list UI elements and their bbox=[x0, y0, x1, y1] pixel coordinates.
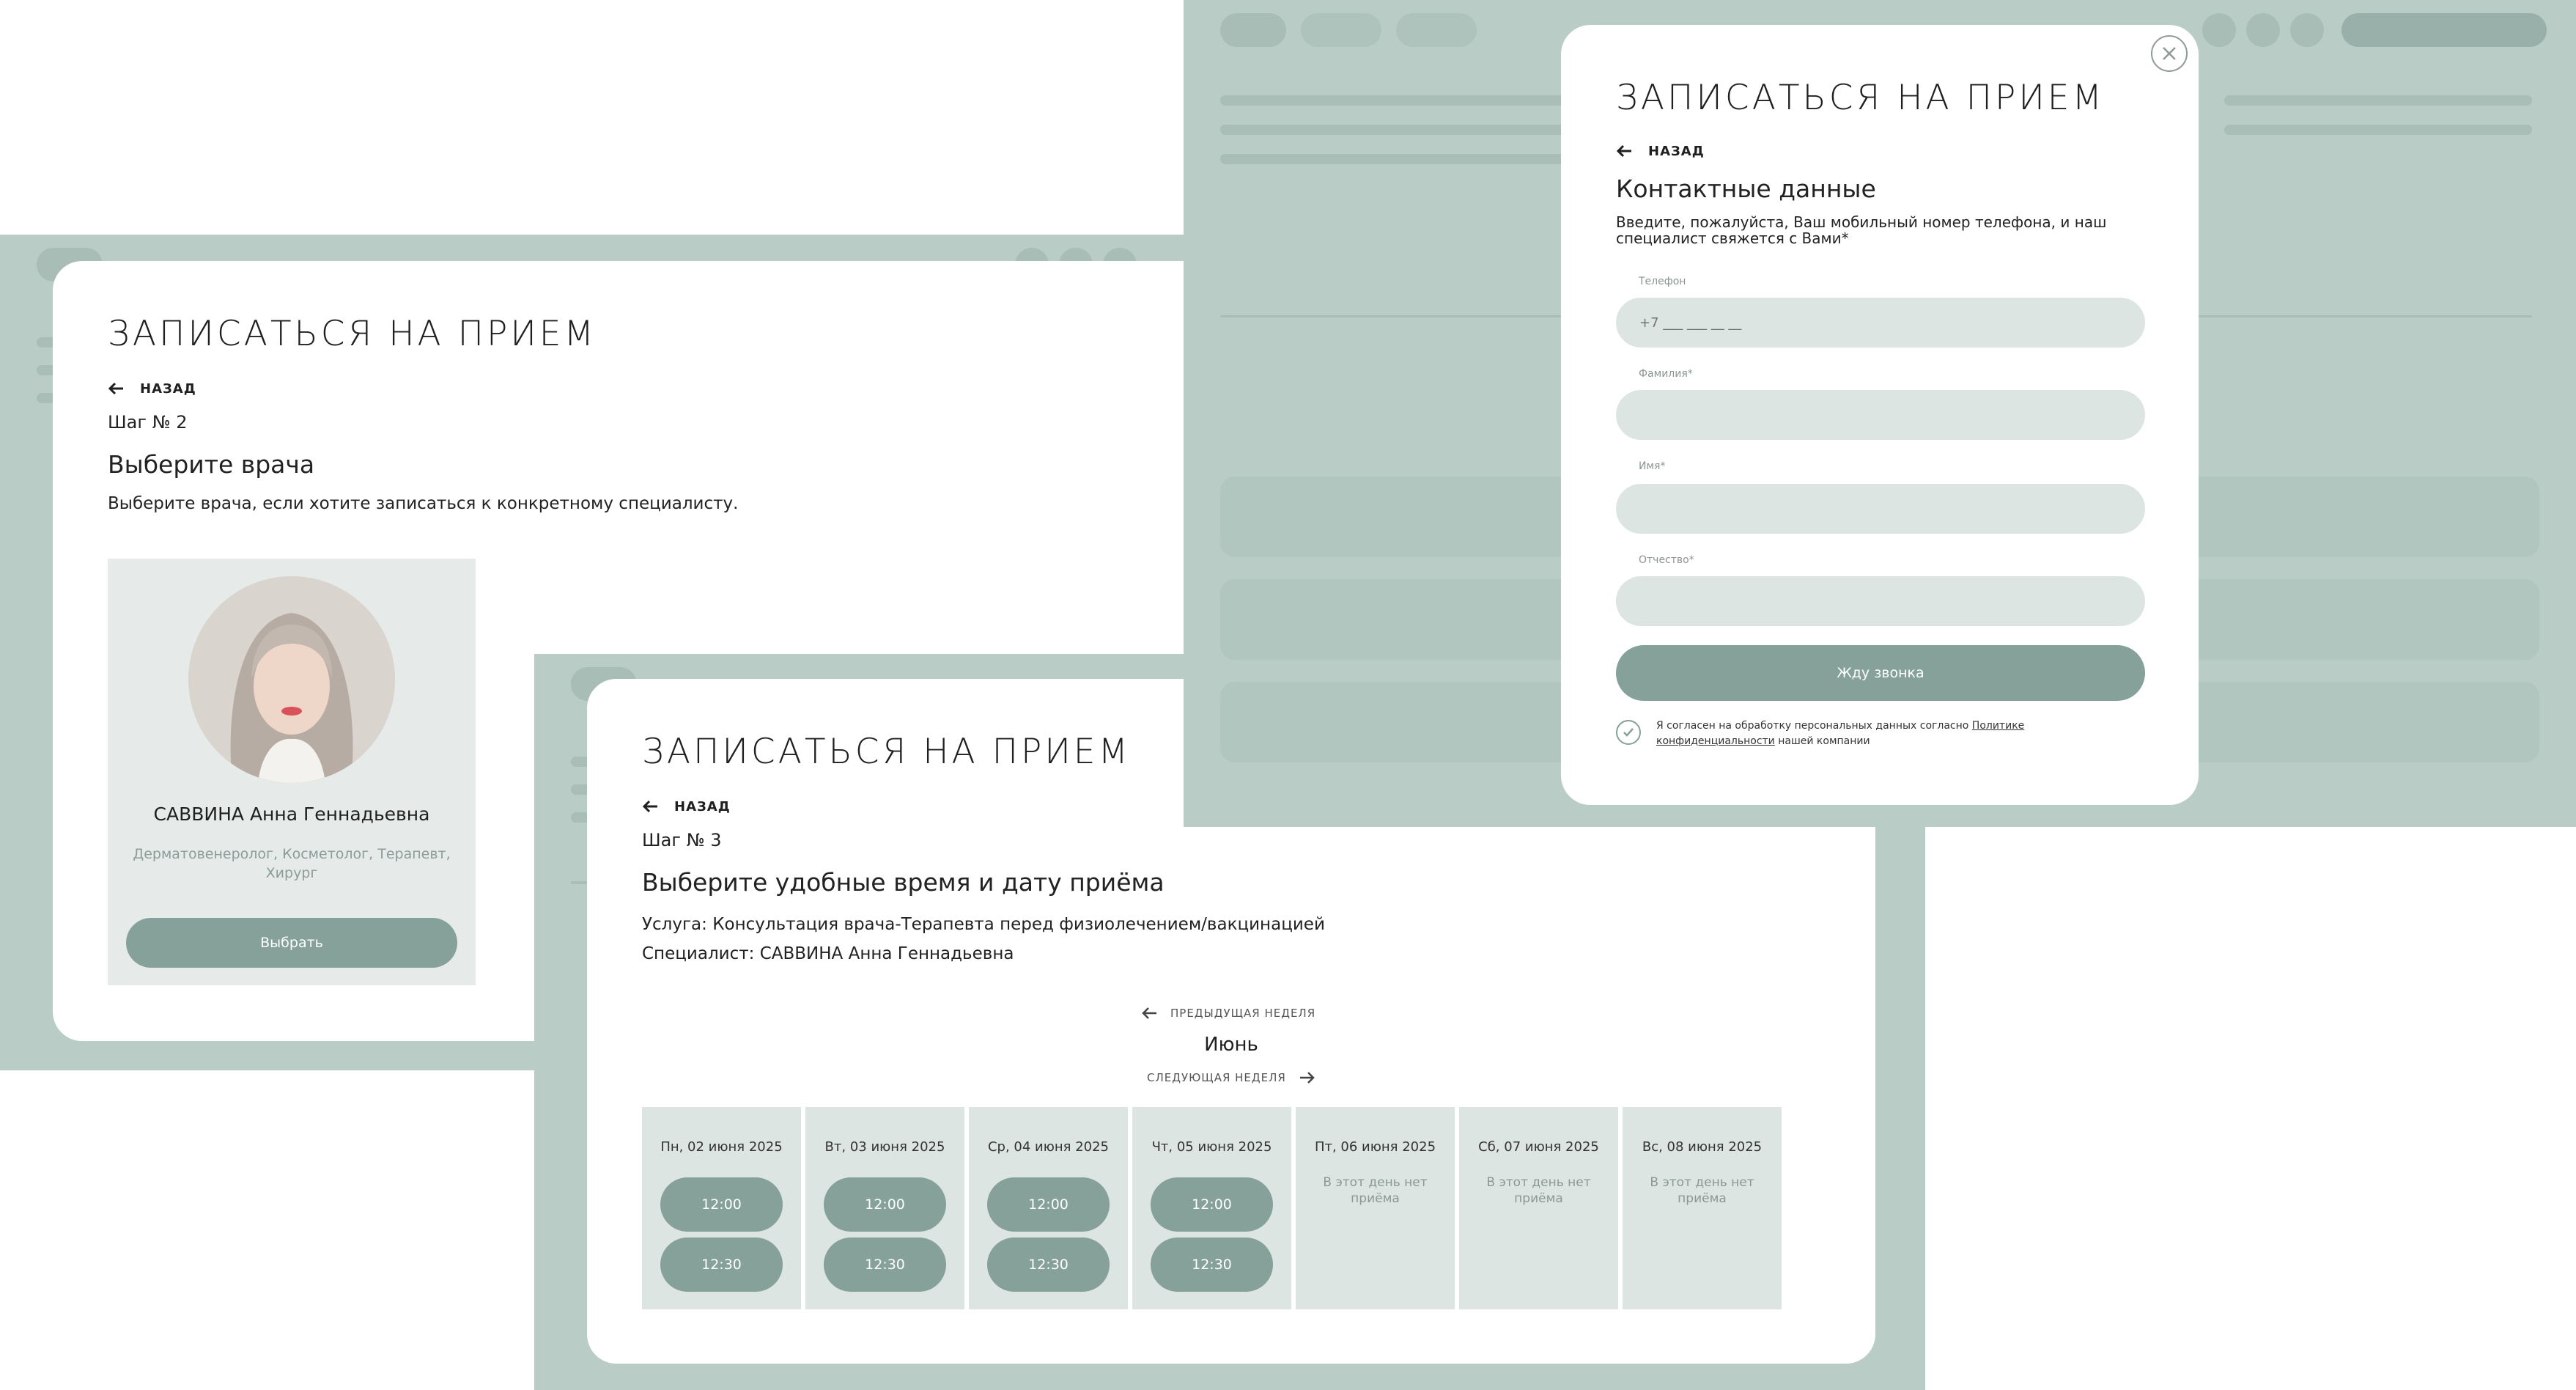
time-slot-button[interactable]: 12:00 bbox=[824, 1177, 946, 1232]
step-heading: Выберите удобные время и дату приёма bbox=[642, 868, 1165, 897]
doctor-card: САВВИНА Анна Геннадьевна Дерматовенероло… bbox=[108, 559, 476, 985]
blurred-nav-pill bbox=[1220, 13, 1286, 47]
blurred-nav-icon bbox=[2202, 13, 2236, 47]
time-slot-button[interactable]: 12:30 bbox=[1151, 1238, 1273, 1292]
day-date: Пт, 06 июня 2025 bbox=[1314, 1139, 1436, 1155]
no-appointments-text: В этот день нет приёма bbox=[1650, 1175, 1754, 1206]
back-label: НАЗАД bbox=[140, 380, 196, 397]
blurred-nav-button bbox=[2341, 13, 2547, 47]
close-icon bbox=[2163, 47, 2176, 60]
arrow-left-icon bbox=[1616, 144, 1631, 158]
time-slot-button[interactable]: 12:00 bbox=[1151, 1177, 1273, 1232]
day-date: Пн, 02 июня 2025 bbox=[660, 1139, 783, 1155]
consent-text: Я согласен на обработку персональных дан… bbox=[1656, 718, 2140, 749]
contacts-description: Введите, пожалуйста, Ваш мобильный номер… bbox=[1616, 213, 2107, 247]
time-slot-button[interactable]: 12:30 bbox=[824, 1238, 946, 1292]
arrow-left-icon bbox=[108, 382, 123, 395]
step-number: Шаг № 3 bbox=[642, 830, 722, 850]
selected-service: Услуга: Консультация врача-Терапевта пер… bbox=[642, 915, 1325, 934]
step-number: Шаг № 2 bbox=[108, 412, 188, 433]
arrow-left-icon bbox=[1142, 1007, 1156, 1019]
patronymic-label: Отчество* bbox=[1639, 554, 1694, 566]
blurred-text-line bbox=[1220, 125, 1587, 135]
day-date: Вт, 03 июня 2025 bbox=[824, 1139, 945, 1155]
phone-label: Телефон bbox=[1639, 276, 1686, 287]
next-week-button[interactable]: СЛЕДУЮЩАЯ НЕДЕЛЯ bbox=[1147, 1069, 1315, 1086]
blurred-text-line bbox=[2224, 125, 2532, 135]
day-column: Вс, 08 июня 2025 В этот день нет приёма bbox=[1623, 1107, 1782, 1309]
lastname-input[interactable] bbox=[1616, 390, 2145, 440]
back-button[interactable]: НАЗАД bbox=[642, 798, 731, 815]
lastname-label: Фамилия* bbox=[1639, 368, 1693, 380]
selected-specialist: Специалист: САВВИНА Анна Геннадьевна bbox=[642, 944, 1014, 963]
arrow-left-icon bbox=[642, 800, 657, 813]
close-button[interactable] bbox=[2151, 35, 2188, 72]
patronymic-input[interactable] bbox=[1616, 576, 2145, 626]
back-button[interactable]: НАЗАД bbox=[108, 380, 196, 397]
step-heading: Выберите врача bbox=[108, 450, 315, 479]
next-week-label: СЛЕДУЮЩАЯ НЕДЕЛЯ bbox=[1147, 1071, 1286, 1084]
back-label: НАЗАД bbox=[674, 798, 731, 814]
no-appointments-text: В этот день нет приёма bbox=[1486, 1175, 1591, 1206]
consent-tail: нашей компании bbox=[1778, 735, 1870, 747]
firstname-label: Имя* bbox=[1639, 460, 1666, 472]
step-description: Выберите врача, если хотите записаться к… bbox=[108, 494, 739, 513]
prev-week-label: ПРЕДЫДУЩАЯ НЕДЕЛЯ bbox=[1170, 1007, 1316, 1020]
select-doctor-button[interactable]: Выбрать bbox=[126, 918, 457, 968]
consent-label: Я согласен на обработку персональных дан… bbox=[1656, 720, 1969, 732]
phone-input[interactable] bbox=[1616, 298, 2145, 348]
contacts-modal: ЗАПИСАТЬСЯ НА ПРИЕМ НАЗАД Контактные дан… bbox=[1561, 25, 2199, 805]
no-appointments-text: В этот день нет приёма bbox=[1323, 1175, 1428, 1206]
submit-callback-button[interactable]: Жду звонка bbox=[1616, 645, 2145, 701]
back-label: НАЗАД bbox=[1648, 143, 1705, 159]
blurred-nav-pill bbox=[1301, 13, 1381, 47]
day-column: Пт, 06 июня 2025 В этот день нет приёма bbox=[1296, 1107, 1455, 1309]
day-date: Сб, 07 июня 2025 bbox=[1478, 1139, 1599, 1155]
blurred-text-line bbox=[1220, 95, 1587, 106]
day-column: Вт, 03 июня 2025 12:00 12:30 bbox=[805, 1107, 964, 1309]
day-column: Пн, 02 июня 2025 12:00 12:30 bbox=[642, 1107, 801, 1309]
modal-title: ЗАПИСАТЬСЯ НА ПРИЕМ bbox=[108, 314, 597, 354]
modal-title: ЗАПИСАТЬСЯ НА ПРИЕМ bbox=[642, 732, 1132, 772]
month-label: Июнь bbox=[1204, 1034, 1258, 1056]
time-slot-button[interactable]: 12:00 bbox=[987, 1177, 1110, 1232]
blurred-nav-pill bbox=[1396, 13, 1477, 47]
blurred-text-line bbox=[2224, 95, 2532, 106]
blurred-nav-icon bbox=[2246, 13, 2280, 47]
consent-checkbox[interactable] bbox=[1616, 720, 1641, 745]
back-button[interactable]: НАЗАД bbox=[1616, 142, 1705, 160]
doctor-photo bbox=[188, 576, 395, 783]
time-slot-button[interactable]: 12:30 bbox=[660, 1238, 783, 1292]
day-date: Чт, 05 июня 2025 bbox=[1151, 1139, 1272, 1155]
contacts-heading: Контактные данные bbox=[1616, 174, 1876, 203]
blurred-nav-icon bbox=[2290, 13, 2324, 47]
day-column: Ср, 04 июня 2025 12:00 12:30 bbox=[969, 1107, 1128, 1309]
modal-title: ЗАПИСАТЬСЯ НА ПРИЕМ bbox=[1616, 78, 2106, 118]
blurred-text-line bbox=[1220, 154, 1572, 164]
arrow-right-icon bbox=[1299, 1072, 1315, 1084]
doctor-name: САВВИНА Анна Геннадьевна bbox=[153, 804, 430, 825]
day-date: Ср, 04 июня 2025 bbox=[987, 1139, 1110, 1155]
check-icon bbox=[1623, 728, 1634, 737]
day-column: Чт, 05 июня 2025 12:00 12:30 bbox=[1132, 1107, 1291, 1309]
doctor-specialties: Дерматовенеролог, Косметолог, Терапевт, … bbox=[133, 846, 451, 881]
day-column: Сб, 07 июня 2025 В этот день нет приёма bbox=[1459, 1107, 1618, 1309]
time-slot-button[interactable]: 12:00 bbox=[660, 1177, 783, 1232]
firstname-input[interactable] bbox=[1616, 484, 2145, 534]
time-slot-button[interactable]: 12:30 bbox=[987, 1238, 1110, 1292]
day-date: Вс, 08 июня 2025 bbox=[1642, 1139, 1763, 1155]
prev-week-button[interactable]: ПРЕДЫДУЩАЯ НЕДЕЛЯ bbox=[1141, 1004, 1315, 1022]
